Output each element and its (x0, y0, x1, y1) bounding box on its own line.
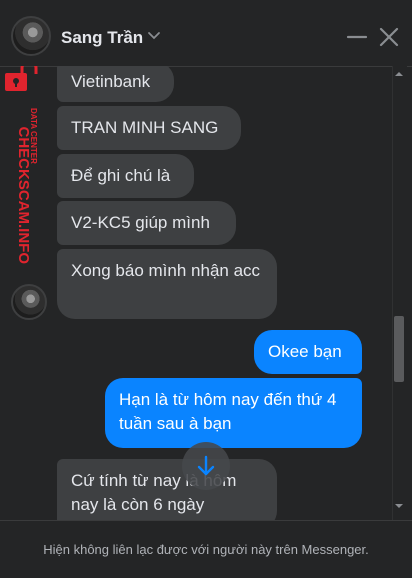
chevron-down-icon[interactable] (147, 28, 161, 42)
message-bubble-incoming[interactable]: Xong báo mình nhận acc (57, 249, 277, 319)
scroll-up-arrow-icon[interactable] (395, 70, 403, 78)
message-bubble-incoming[interactable]: Để ghi chú là (57, 154, 194, 198)
arrow-down-icon (197, 455, 215, 476)
chat-header: Sang Trần (0, 0, 412, 67)
message-text: TRAN MINH SANG (71, 118, 219, 137)
message-bubble-incoming[interactable]: Cứ tính từ nay là hôm nay là còn 6 ngày (57, 459, 277, 520)
checkscam-watermark: CHECKSCAM.INFO DATA CENTER (5, 66, 38, 264)
scroll-down-arrow-icon[interactable] (395, 502, 403, 510)
message-text: Để ghi chú là (71, 166, 171, 185)
unavailable-notice-text: Hiện không liên lạc được với người này t… (43, 542, 369, 557)
scrollbar-thumb[interactable] (394, 316, 404, 382)
message-text: Okee bạn (268, 342, 342, 361)
unavailable-notice: Hiện không liên lạc được với người này t… (0, 520, 412, 578)
contact-name[interactable]: Sang Trần (61, 28, 143, 48)
contact-avatar-small[interactable] (11, 284, 47, 320)
message-bubble-incoming[interactable]: V2-KC5 giúp mình (57, 201, 236, 245)
message-bubble-outgoing[interactable]: Hạn là từ hôm nay đến thứ 4 tuần sau à b… (105, 378, 362, 448)
message-bubble-incoming[interactable]: TRAN MINH SANG (57, 106, 241, 150)
jump-to-latest-button[interactable] (182, 442, 230, 490)
message-bubble-outgoing[interactable]: Okee bạn (254, 330, 362, 374)
watermark-line1: DATA CENTER (29, 108, 38, 164)
close-icon[interactable] (378, 26, 400, 48)
message-text: Hạn là từ hôm nay đến thứ 4 tuần sau à b… (119, 390, 337, 433)
message-text: V2-KC5 giúp mình (71, 213, 210, 232)
contact-avatar[interactable] (11, 16, 51, 56)
message-text: Vietinbank (71, 72, 151, 91)
minimize-icon[interactable] (346, 26, 368, 48)
scrollbar-track[interactable] (392, 66, 407, 520)
message-bubble-incoming[interactable]: Vietinbank (57, 66, 174, 102)
message-text: Xong báo mình nhận acc (71, 261, 261, 280)
